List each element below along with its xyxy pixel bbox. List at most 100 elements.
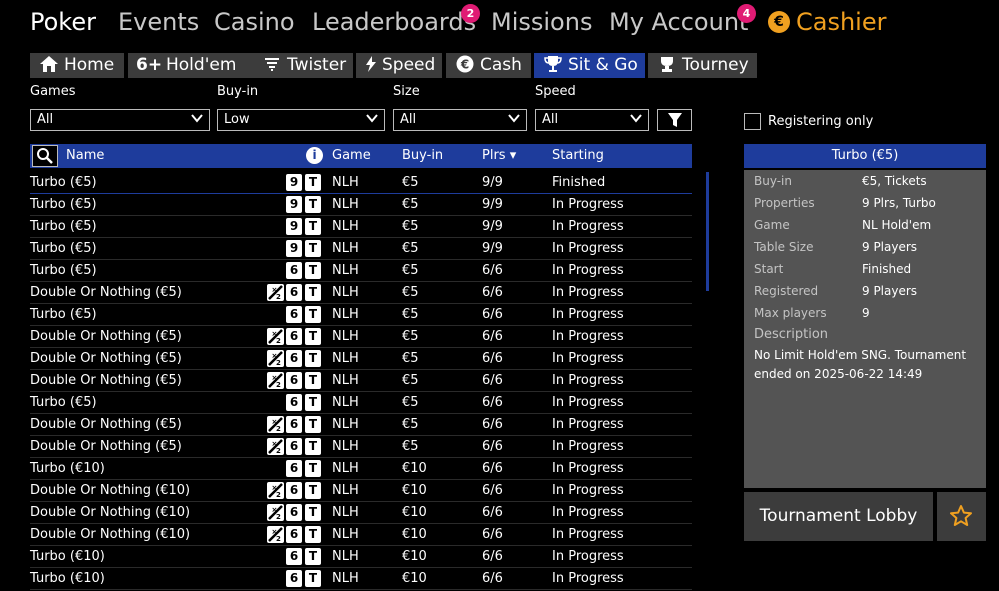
tab-cash[interactable]: € Cash	[446, 53, 531, 78]
row-players: 6/6	[482, 549, 503, 564]
nav-poker[interactable]: Poker	[30, 8, 96, 36]
nav-events[interactable]: Events	[118, 8, 199, 36]
info-icon[interactable]: i	[306, 147, 323, 164]
tab-twister-label: Twister	[287, 55, 347, 75]
tab-tourney[interactable]: Tourney	[648, 53, 757, 78]
filter-button[interactable]	[657, 109, 692, 131]
tab-cash-label: Cash	[480, 55, 522, 75]
table-size-badge: 6	[286, 526, 302, 543]
search-button[interactable]	[32, 145, 58, 167]
table-row[interactable]: Double Or Nothing (€5) × 2 6 T NLH €5 6/6 In Pro…	[30, 436, 692, 458]
row-buyin: €5	[402, 351, 419, 366]
turbo-badge: T	[305, 350, 321, 367]
cashier-coin-icon	[768, 11, 790, 33]
size-select[interactable]: All	[393, 109, 527, 131]
turbo-badge: T	[305, 438, 321, 455]
table-size-badge: 6	[286, 284, 302, 301]
cashier-label: Cashier	[796, 8, 887, 36]
table-row[interactable]: Turbo (€10) 6 T NLH €10 6/6 In Progress	[30, 546, 692, 568]
table-size-badge: 9	[286, 196, 302, 213]
nav-leaderboards[interactable]: Leaderboards	[312, 8, 476, 36]
speed-select-value: All	[542, 112, 559, 127]
tab-home[interactable]: Home	[30, 53, 124, 78]
column-game[interactable]: Game	[332, 148, 371, 163]
nav-casino[interactable]: Casino	[214, 8, 295, 36]
row-starting: In Progress	[552, 571, 624, 586]
row-game: NLH	[332, 197, 359, 212]
buyin-select[interactable]: Low	[217, 109, 385, 131]
row-players: 6/6	[482, 307, 503, 322]
table-row[interactable]: Double Or Nothing (€5) × 2 6 T NLH €5 6/6 In Pro…	[30, 326, 692, 348]
row-starting: In Progress	[552, 505, 624, 520]
column-starting[interactable]: Starting	[552, 148, 604, 163]
tournament-lobby-button[interactable]: Tournament Lobby	[744, 492, 933, 541]
table-size-badge: 6	[286, 570, 302, 587]
table-row[interactable]: Turbo (€5) 6 T NLH €5 6/6 In Progress	[30, 260, 692, 282]
tab-sit-and-go[interactable]: Sit & Go	[534, 53, 645, 78]
double-or-nothing-icon: × 2	[267, 504, 284, 521]
svg-text:€: €	[460, 58, 469, 72]
turbo-badge: T	[305, 306, 321, 323]
svg-text:2: 2	[276, 381, 281, 389]
detail-title: Turbo (€5)	[744, 144, 986, 168]
row-players: 9/9	[482, 197, 503, 212]
tab-speed[interactable]: Speed	[356, 53, 442, 78]
row-buyin: €10	[402, 571, 427, 586]
row-starting: In Progress	[552, 483, 624, 498]
table-row[interactable]: Turbo (€5) 9 T NLH €5 9/9 In Progress	[30, 238, 692, 260]
funnel-icon	[668, 113, 682, 127]
table-size-badge: 9	[286, 174, 302, 191]
row-starting: Finished	[552, 175, 606, 190]
row-buyin: €5	[402, 373, 419, 388]
speed-select[interactable]: All	[535, 109, 649, 131]
column-buyin[interactable]: Buy-in	[402, 148, 443, 163]
table-row[interactable]: Turbo (€5) 9 T NLH €5 9/9 In Progress	[30, 194, 692, 216]
favorite-button[interactable]	[937, 492, 986, 541]
games-select[interactable]: All	[30, 109, 210, 131]
double-or-nothing-icon: × 2	[267, 328, 284, 345]
table-row[interactable]: Turbo (€5) 6 T NLH €5 6/6 In Progress	[30, 304, 692, 326]
table-row[interactable]: Turbo (€5) 9 T NLH €5 9/9 Finished	[30, 172, 692, 194]
table-row[interactable]: Double Or Nothing (€10) × 2 6 T NLH €10 6/6 In P…	[30, 480, 692, 502]
double-or-nothing-icon: × 2	[267, 526, 284, 543]
detail-value: 9 Plrs, Turbo	[862, 196, 936, 210]
nav-cashier[interactable]: Cashier	[768, 8, 886, 36]
registering-only-checkbox[interactable]	[744, 113, 761, 130]
row-game: NLH	[332, 285, 359, 300]
table-row[interactable]: Double Or Nothing (€5) × 2 6 T NLH €5 6/6 In Pro…	[30, 370, 692, 392]
table-row[interactable]: Double Or Nothing (€10) × 2 6 T NLH €10 6/6 In P…	[30, 524, 692, 546]
table-row[interactable]: Turbo (€10) 6 T NLH €10 6/6 In Progress	[30, 568, 692, 590]
double-or-nothing-icon: × 2	[267, 350, 284, 367]
table-row[interactable]: Turbo (€10) 6 T NLH €10 6/6 In Progress	[30, 458, 692, 480]
column-players[interactable]: Plrs ▾	[482, 148, 516, 163]
table-size-badge: 6	[286, 394, 302, 411]
table-row[interactable]: Double Or Nothing (€5) × 2 6 T NLH €5 6/6 In Pro…	[30, 414, 692, 436]
tab-twister[interactable]: Twister	[253, 53, 353, 78]
table-row[interactable]: Double Or Nothing (€5) × 2 6 T NLH €5 6/6 In Pro…	[30, 348, 692, 370]
registering-only-label: Registering only	[768, 114, 874, 129]
table-row[interactable]: Turbo (€5) 9 T NLH €5 9/9 In Progress	[30, 216, 692, 238]
tab-tourney-label: Tourney	[682, 55, 749, 75]
row-starting: In Progress	[552, 329, 624, 344]
table-size-badge: 6	[286, 306, 302, 323]
row-game: NLH	[332, 241, 359, 256]
table-size-badge: 6	[286, 262, 302, 279]
row-buyin: €5	[402, 417, 419, 432]
row-name: Turbo (€5)	[30, 263, 97, 278]
row-players: 6/6	[482, 417, 503, 432]
table-size-badge: 9	[286, 240, 302, 257]
table-row[interactable]: Double Or Nothing (€10) × 2 6 T NLH €10 6/6 In P…	[30, 502, 692, 524]
nav-my-account[interactable]: My Account	[609, 8, 748, 36]
turbo-badge: T	[305, 372, 321, 389]
column-name[interactable]: Name	[66, 148, 104, 163]
row-starting: In Progress	[552, 197, 624, 212]
chevron-down-icon	[366, 114, 378, 123]
trophy-icon	[542, 53, 564, 78]
table-size-badge: 6	[286, 460, 302, 477]
nav-missions[interactable]: Missions	[491, 8, 592, 36]
list-scrollbar[interactable]	[706, 172, 709, 291]
svg-text:2: 2	[276, 359, 281, 367]
table-row[interactable]: Turbo (€5) 6 T NLH €5 6/6 In Progress	[30, 392, 692, 414]
description-text: No Limit Hold'em SNG. Tournament ended o…	[754, 348, 967, 381]
table-row[interactable]: Double Or Nothing (€5) × 2 6 T NLH €5 6/6 In Pro…	[30, 282, 692, 304]
